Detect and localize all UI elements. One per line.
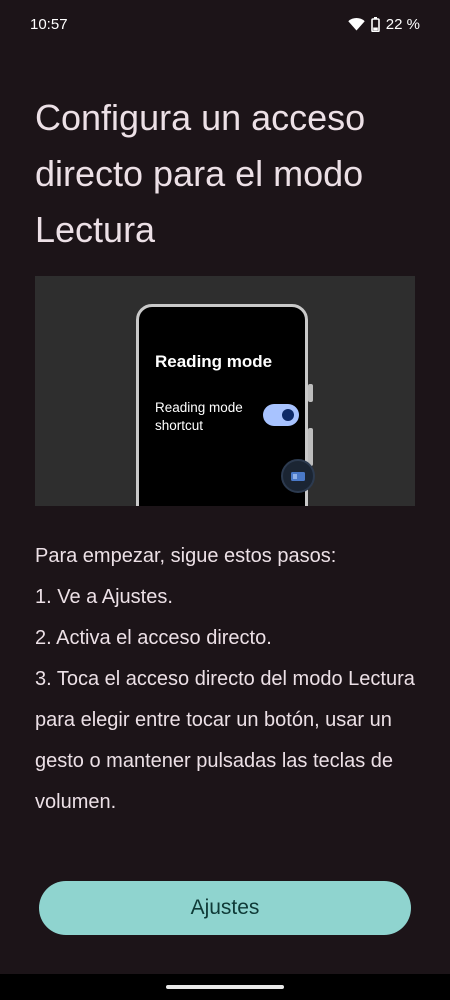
status-time: 10:57: [30, 15, 68, 33]
phone-side-button: [308, 428, 313, 466]
steps-text: Para empezar, sigue estos pasos: 1. Ve a…: [35, 536, 425, 823]
settings-button[interactable]: Ajustes: [39, 881, 411, 935]
reading-mode-toggle: [263, 404, 299, 426]
steps-intro: Para empezar, sigue estos pasos:: [35, 545, 337, 567]
gesture-nav-bar: [0, 974, 450, 1000]
battery-percent: 22 %: [385, 15, 420, 33]
phone-mockup: Reading mode Reading mode shortcut: [136, 304, 315, 506]
step-item: 1. Ve a Ajustes.: [35, 586, 173, 608]
wifi-icon: [348, 17, 365, 31]
status-icons: 22 %: [348, 16, 420, 33]
phone-screen-title: Reading mode: [155, 352, 273, 371]
accessibility-shortcut-icon: [281, 459, 315, 493]
toggle-knob: [282, 409, 294, 421]
page-title: Configura un acceso directo para el modo…: [35, 97, 366, 250]
step-item: 2. Activa el acceso directo.: [35, 627, 272, 649]
nav-handle[interactable]: [166, 985, 284, 989]
step-item: 3. Toca el acceso directo del modo Lectu…: [35, 668, 415, 813]
battery-icon: [370, 16, 380, 32]
status-bar: 10:57 22 %: [0, 0, 450, 48]
phone-toggle-label: Reading mode shortcut: [155, 400, 243, 433]
phone-side-button: [308, 384, 313, 402]
reading-mode-illustration: Reading mode Reading mode shortcut: [35, 276, 415, 506]
